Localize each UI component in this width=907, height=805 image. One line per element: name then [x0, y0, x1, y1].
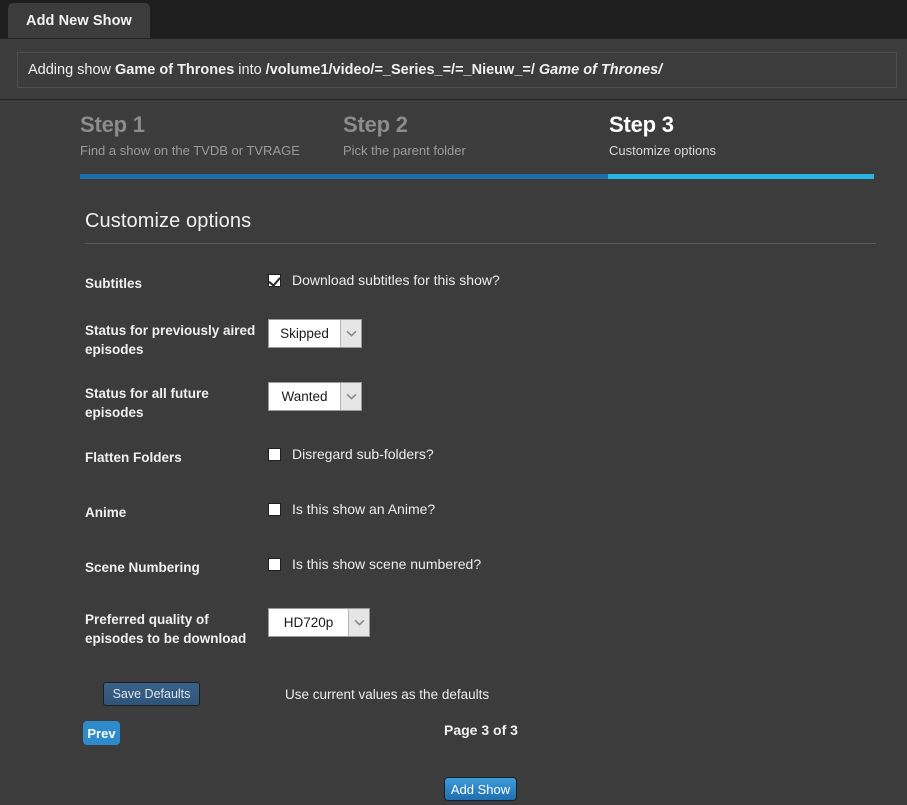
field-row-previously-aired: Status for previously aired episodes Ski…: [85, 319, 785, 359]
anime-label: Anime: [85, 505, 127, 520]
step-1-subtitle: Find a show on the TVDB or TVRAGE: [80, 143, 300, 158]
wizard-step-3[interactable]: Step 3 Customize options: [609, 112, 716, 160]
step-3-title: Step 3: [609, 112, 674, 137]
previously-aired-value: Skipped: [280, 326, 329, 341]
step-2-subtitle: Pick the parent folder: [343, 143, 466, 158]
add-show-label: Add Show: [450, 781, 511, 797]
field-row-scene-numbering: Scene Numbering Is this show scene numbe…: [85, 556, 785, 582]
chevron-down-icon[interactable]: [348, 609, 369, 636]
save-defaults-row: Save Defaults Use current values as the …: [85, 682, 785, 706]
tab-add-new-show[interactable]: Add New Show: [8, 3, 150, 38]
prev-label: Prev: [87, 725, 116, 741]
subtitles-checkbox[interactable]: [268, 274, 281, 287]
step-2-title: Step 2: [343, 112, 408, 137]
wizard-progress-bar: [80, 174, 874, 179]
quality-label: Preferred quality of episodes to be down…: [85, 612, 247, 646]
wizard-steps: Step 1 Find a show on the TVDB or TVRAGE…: [80, 112, 875, 182]
field-row-future-episodes: Status for all future episodes Wanted: [85, 382, 785, 422]
add-show-button[interactable]: Add Show: [444, 777, 517, 801]
message-show-folder: Game of Thrones/: [538, 62, 663, 78]
subtitles-label: Subtitles: [85, 276, 143, 291]
quality-select[interactable]: HD720p: [268, 608, 370, 637]
quality-value: HD720p: [283, 615, 334, 630]
flatten-folders-label: Flatten Folders: [85, 450, 182, 465]
step-1-title: Step 1: [80, 112, 145, 137]
anime-checkbox[interactable]: [268, 503, 281, 516]
page-indicator: Page 3 of 3: [444, 722, 518, 738]
scene-numbering-label: Scene Numbering: [85, 560, 200, 575]
save-defaults-label: Save Defaults: [112, 687, 191, 701]
anime-checkbox-text: Is this show an Anime?: [292, 501, 436, 517]
field-row-flatten-folders: Flatten Folders Disregard sub-folders?: [85, 446, 785, 472]
field-row-anime: Anime Is this show an Anime?: [85, 501, 785, 527]
progress-completed-segment: [80, 174, 608, 179]
tab-label: Add New Show: [26, 12, 132, 29]
chevron-down-icon[interactable]: [340, 320, 361, 347]
scene-numbering-checkbox-text: Is this show scene numbered?: [292, 556, 482, 572]
notification-bar: Adding show Game of Thrones into /volume…: [0, 38, 907, 100]
message-show-name: Game of Thrones: [115, 62, 235, 78]
future-episodes-label: Status for all future episodes: [85, 386, 209, 420]
future-episodes-select[interactable]: Wanted: [268, 382, 362, 411]
message-parent-path: /volume1/video/=_Series_=/=_Nieuw_=/: [265, 62, 535, 78]
adding-show-message: Adding show Game of Thrones into /volume…: [17, 52, 897, 88]
flatten-folders-checkbox-text: Disregard sub-folders?: [292, 446, 434, 462]
browser-tab-bar: Add New Show: [0, 0, 907, 38]
save-defaults-hint: Use current values as the defaults: [285, 686, 490, 702]
flatten-folders-checkbox[interactable]: [268, 448, 281, 461]
customize-options-form: Subtitles Download subtitles for this sh…: [85, 272, 785, 706]
future-episodes-value: Wanted: [281, 389, 328, 404]
save-defaults-button[interactable]: Save Defaults: [103, 682, 200, 706]
prev-button[interactable]: Prev: [83, 721, 120, 745]
message-middle: into: [238, 62, 262, 78]
message-prefix: Adding show: [28, 62, 112, 78]
wizard-step-2[interactable]: Step 2 Pick the parent folder: [343, 112, 466, 160]
subtitles-checkbox-text: Download subtitles for this show?: [292, 272, 500, 288]
field-row-quality: Preferred quality of episodes to be down…: [85, 608, 785, 648]
previously-aired-label: Status for previously aired episodes: [85, 323, 256, 357]
field-row-subtitles: Subtitles Download subtitles for this sh…: [85, 272, 785, 298]
step-3-subtitle: Customize options: [609, 143, 716, 158]
progress-active-segment: [608, 174, 874, 179]
scene-numbering-checkbox[interactable]: [268, 558, 281, 571]
page-title: Customize options: [85, 210, 876, 244]
wizard-step-1[interactable]: Step 1 Find a show on the TVDB or TVRAGE: [80, 112, 300, 160]
chevron-down-icon[interactable]: [340, 383, 361, 410]
previously-aired-select[interactable]: Skipped: [268, 319, 362, 348]
